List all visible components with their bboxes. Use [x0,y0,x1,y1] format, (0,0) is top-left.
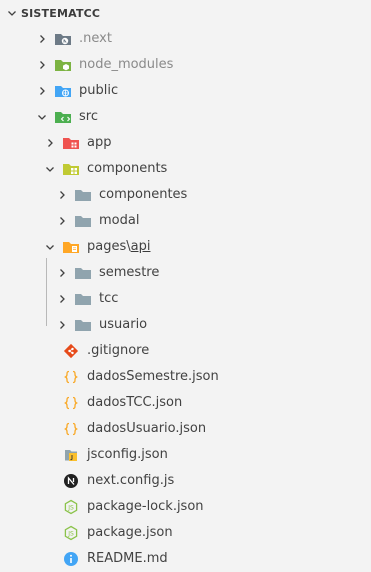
npm-package-icon: JS [62,499,80,515]
git-icon [62,343,80,359]
src-folder-icon [54,109,72,125]
chevron-right-icon [60,295,65,303]
tree-item-dados-semestre-json[interactable]: dadosSemestre.json [0,364,371,390]
tree-item-label: dadosUsuario.json [87,421,207,436]
explorer-root-label: SISTEMATCC [21,6,101,20]
tree-item-dados-tcc-json[interactable]: dadosTCC.json [0,390,371,416]
tree-item-label: componentes [99,187,188,202]
tree-item-src[interactable]: src [0,104,371,130]
tree-item-public[interactable]: public [0,78,371,104]
file-explorer: SISTEMATCC .next node_modules public src [0,0,371,566]
tree-item-components[interactable]: components [0,156,371,182]
tree-item-label: package.json [87,525,173,540]
tree-item-label: node_modules [79,57,174,72]
chevron-right-icon [60,321,65,329]
folder-icon [74,291,92,307]
tree-item-modal[interactable]: modal [0,208,371,234]
tree-item-label: jsconfig.json [87,447,168,462]
pages-folder-icon [62,239,80,255]
tree-item-label: tcc [99,291,119,306]
folder-icon [74,213,92,229]
chevron-right-icon [40,87,45,95]
tree-item-tcc[interactable]: tcc [0,286,371,312]
folder-icon [74,317,92,333]
jsconfig-icon [62,447,80,463]
chevron-down-icon [46,245,54,250]
tree-item-label: src [79,109,98,124]
tree-item-dados-usuario-json[interactable]: dadosUsuario.json [0,416,371,442]
svg-text:JS: JS [67,504,74,511]
chevron-right-icon [60,191,65,199]
tree-item-label: pages\api [87,239,151,254]
tree-item-componentes[interactable]: componentes [0,182,371,208]
nextjs-icon [62,473,80,489]
tree-item-app[interactable]: app [0,130,371,156]
json-braces-icon [62,369,80,385]
tree-item-label: app [87,135,112,150]
chevron-right-icon [60,269,65,277]
json-braces-icon [62,395,80,411]
chevron-right-icon [40,61,45,69]
json-braces-icon [62,421,80,437]
tree-item-label: components [87,161,168,176]
tree-item-pages-api[interactable]: pages\api [0,234,371,260]
tree-item-next[interactable]: .next [0,26,371,52]
tree-item-label: public [79,83,119,98]
tree-item-label: modal [99,213,140,228]
tree-item-next-config-js[interactable]: next.config.js [0,468,371,494]
svg-text:JS: JS [67,530,74,537]
npm-package-icon: JS [62,525,80,541]
folder-icon [74,187,92,203]
tree-item-label: .gitignore [87,343,150,358]
chevron-right-icon [40,35,45,43]
tree-item-package-json[interactable]: JS package.json [0,520,371,546]
tree-item-label: semestre [99,265,160,280]
node-modules-folder-icon [54,57,72,73]
tree-item-label: next.config.js [87,473,175,488]
chevron-down-icon [46,167,54,172]
next-folder-icon [54,31,72,47]
tree-item-jsconfig-json[interactable]: jsconfig.json [0,442,371,468]
tree-item-readme-md[interactable]: README.md [0,546,371,572]
tree-item-node-modules[interactable]: node_modules [0,52,371,78]
public-folder-icon [54,83,72,99]
chevron-right-icon [48,139,53,147]
path-segment-api: api [130,239,151,254]
chevron-down-icon [38,115,46,120]
chevron-down-icon [8,11,16,16]
tree-item-label: .next [79,31,112,46]
folder-icon [74,265,92,281]
tree-item-label: dadosTCC.json [87,395,183,410]
tree-item-usuario[interactable]: usuario [0,312,371,338]
tree-item-label: usuario [99,317,148,332]
path-segment-pages: pages [87,239,127,254]
tree-item-package-lock-json[interactable]: JS package-lock.json [0,494,371,520]
tree-item-label: package-lock.json [87,499,204,514]
chevron-right-icon [60,217,65,225]
info-icon [62,551,80,567]
tree-item-gitignore[interactable]: .gitignore [0,338,371,364]
tree-item-label: README.md [87,551,168,566]
components-folder-icon [62,161,80,177]
tree-item-label: dadosSemestre.json [87,369,219,384]
tree-item-semestre[interactable]: semestre [0,260,371,286]
explorer-root-header[interactable]: SISTEMATCC [0,0,371,26]
app-folder-icon [62,135,80,151]
